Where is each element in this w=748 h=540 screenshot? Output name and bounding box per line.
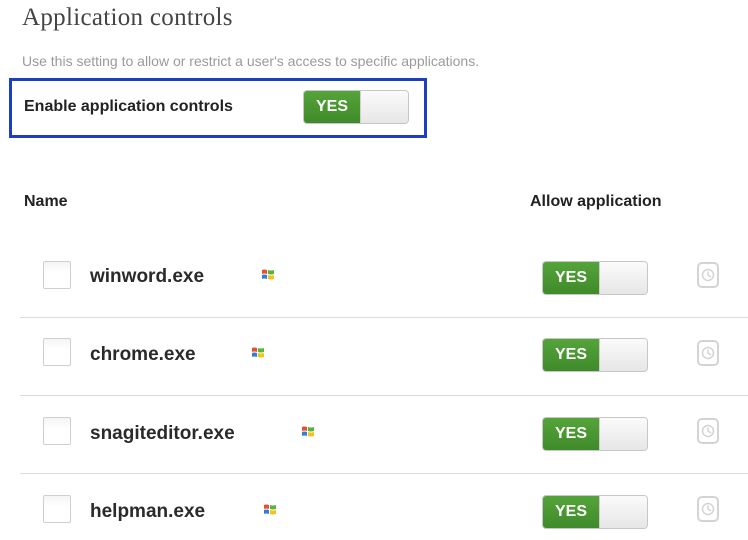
enable-application-controls-toggle[interactable]: YES — [303, 90, 409, 124]
schedule-clock-icon[interactable] — [697, 418, 719, 444]
toggle-on-label: YES — [304, 91, 360, 123]
table-row: snagiteditor.exe YES — [20, 396, 748, 474]
row-checkbox[interactable] — [43, 495, 71, 523]
row-checkbox[interactable] — [43, 338, 71, 366]
table-row: helpman.exe YES — [20, 474, 748, 540]
enable-application-controls-label: Enable application controls — [24, 98, 233, 115]
allow-application-column-header: Allow application — [530, 193, 662, 210]
allow-toggle[interactable]: YES — [542, 417, 648, 451]
toggle-knob — [599, 496, 647, 528]
windows-logo-icon — [264, 504, 276, 515]
windows-logo-icon — [302, 426, 314, 437]
allow-toggle[interactable]: YES — [542, 261, 648, 295]
page-title: Application controls — [22, 4, 233, 31]
app-name: helpman.exe — [90, 501, 206, 522]
row-checkbox[interactable] — [43, 417, 71, 445]
name-column-header: Name — [24, 193, 68, 210]
table-row: winword.exe YES — [20, 240, 748, 318]
schedule-clock-icon[interactable] — [697, 262, 719, 288]
app-name: snagiteditor.exe — [90, 423, 235, 444]
table-row: chrome.exe YES — [20, 318, 748, 396]
page-subtitle: Use this setting to allow or restrict a … — [22, 53, 480, 69]
windows-logo-icon — [262, 269, 274, 280]
app-name: chrome.exe — [90, 344, 196, 365]
toggle-knob — [599, 262, 647, 294]
app-name: winword.exe — [90, 266, 205, 287]
schedule-clock-icon[interactable] — [697, 340, 719, 366]
toggle-knob — [599, 339, 647, 371]
allow-toggle[interactable]: YES — [542, 338, 648, 372]
toggle-on-label: YES — [543, 339, 599, 371]
allow-toggle[interactable]: YES — [542, 495, 648, 529]
toggle-on-label: YES — [543, 262, 599, 294]
toggle-knob — [360, 91, 408, 123]
windows-logo-icon — [252, 347, 264, 358]
row-checkbox[interactable] — [43, 261, 71, 289]
toggle-knob — [599, 418, 647, 450]
toggle-on-label: YES — [543, 496, 599, 528]
toggle-on-label: YES — [543, 418, 599, 450]
schedule-clock-icon[interactable] — [697, 496, 719, 522]
